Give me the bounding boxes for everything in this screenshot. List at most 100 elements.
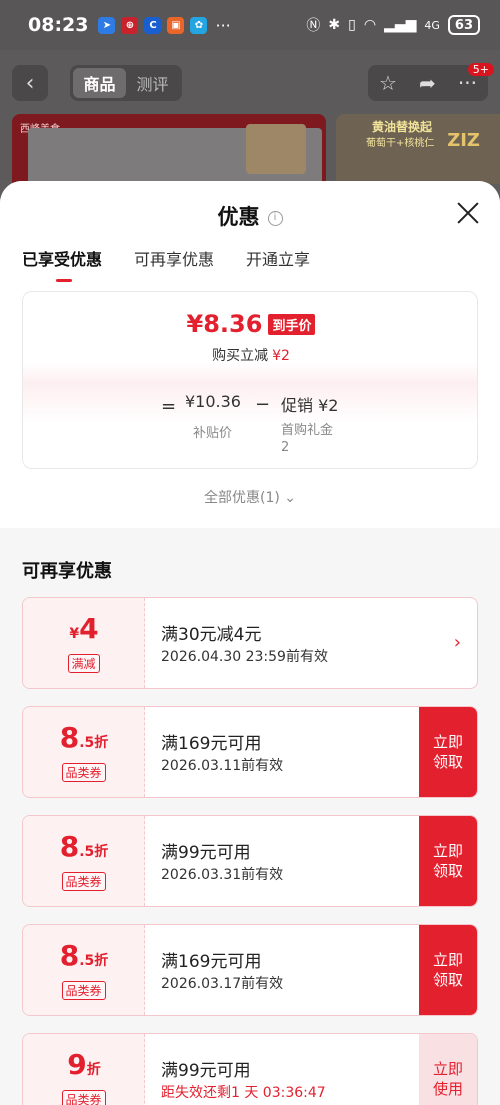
package-image	[246, 124, 306, 174]
share-icon[interactable]: ➦	[419, 71, 436, 95]
vibrate-icon: ▯	[348, 17, 356, 33]
reduce-label: 购买立减	[212, 348, 269, 364]
app-notification-icon: ✿	[190, 16, 208, 34]
coupon-value-number: 8	[59, 830, 80, 863]
bluetooth-icon: ✱	[328, 17, 341, 33]
promo-detail-value: 2	[281, 440, 290, 455]
subsidy-label: 补贴价	[193, 426, 233, 441]
coupon-value: ¥4	[23, 612, 145, 645]
battery-level: 63	[447, 15, 480, 35]
claim-coupon-button[interactable]: 立即 领取	[419, 925, 477, 1015]
claim-coupon-button[interactable]: 立即 领取	[419, 707, 477, 797]
nfc-icon: Ⓝ	[306, 18, 321, 34]
coupon-condition: 满99元可用	[161, 1061, 251, 1081]
coupon-card[interactable]: 8.5折 品类券 满169元可用 2026.03.11前有效 立即 领取	[22, 706, 478, 798]
back-button[interactable]: ‹	[12, 65, 48, 101]
coupon-type-badge: 品类券	[61, 1090, 106, 1105]
sheet-title-text: 优惠	[217, 205, 260, 229]
coupon-card[interactable]: ¥4 满减 满30元减4元 2026.04.30 23:59前有效 ›	[22, 597, 478, 689]
app-notification-icon: C	[144, 16, 162, 34]
currency-symbol: ¥	[69, 626, 80, 642]
discount-sheet: 优惠 i 已享受优惠 可再享优惠 开通立享 ¥8.36 到手价 购买立减 ¥2 = …	[0, 181, 500, 1105]
coupon-value: 8.5折	[23, 939, 145, 972]
coupon-type-badge: 满减	[67, 654, 100, 673]
sheet-title: 优惠 i	[0, 201, 500, 231]
product-banner: 西峰美食	[12, 114, 326, 184]
coupon-value-unit: .5折	[79, 844, 109, 860]
wifi-icon: ◠	[363, 17, 377, 33]
tab-review[interactable]: 测评	[126, 68, 179, 98]
chevron-right-icon[interactable]: ›	[454, 632, 461, 653]
info-icon[interactable]: i	[267, 210, 283, 226]
coupon-value: 9折	[23, 1048, 145, 1081]
coupon-card[interactable]: 8.5折 品类券 满169元可用 2026.03.17前有效 立即 领取	[22, 924, 478, 1016]
final-price-row: ¥8.36 到手价	[23, 310, 477, 338]
more-notifications-icon: ···	[215, 15, 231, 35]
coupon-type-badge: 品类券	[61, 981, 106, 1000]
star-icon[interactable]: ☆	[379, 71, 397, 95]
price-calculation: = ¥10.36 补贴价 − 促销 ¥2 首购礼金 2	[23, 392, 477, 455]
all-discounts-toggle[interactable]: 全部优惠(1) ⌄	[0, 487, 500, 507]
coupon-validity: 2026.03.31前有效	[161, 867, 284, 883]
coupon-value-unit: .5折	[79, 953, 109, 969]
coupon-condition: 满99元可用	[161, 843, 251, 863]
coupon-validity: 2026.04.30 23:59前有效	[161, 649, 328, 665]
coupon-type-badge: 品类券	[61, 872, 106, 891]
app-notification-icon: ➤	[98, 16, 116, 34]
coupon-validity: 2026.03.17前有效	[161, 976, 284, 992]
chevron-down-icon: ⌄	[284, 490, 297, 506]
page-tabs: 商品 测评	[70, 65, 182, 101]
promo-title: 黄油替换起	[372, 120, 433, 134]
use-coupon-button[interactable]: 立即 使用	[419, 1034, 477, 1105]
claim-coupon-button[interactable]: 立即 领取	[419, 816, 477, 906]
coupon-value-unit: 折	[86, 1062, 101, 1078]
cell-signal-icon: ▂▄▆	[384, 17, 417, 33]
final-price: ¥8.36	[186, 310, 263, 338]
coupon-value-panel: ¥4 满减	[23, 598, 145, 688]
tab-product[interactable]: 商品	[73, 68, 126, 98]
coupon-validity: 2026.03.11前有效	[161, 758, 284, 774]
app-notification-icon: ▣	[167, 16, 185, 34]
coupon-value: 8.5折	[23, 830, 145, 863]
tab-subscribe[interactable]: 开通立享	[246, 246, 310, 284]
price-card: ¥8.36 到手价 购买立减 ¥2 = ¥10.36 补贴价 − 促销 ¥2 首购…	[22, 291, 478, 469]
promo-detail: 首购礼金 2	[281, 422, 333, 456]
status-bar: 08:23 ➤ ⊕ C ▣ ✿ ··· Ⓝ ✱ ▯ ◠ ▂▄▆ 4G 63	[0, 0, 500, 50]
coupon-value-number: 8	[59, 721, 80, 754]
coupon-card[interactable]: 8.5折 品类券 满99元可用 2026.03.31前有效 立即 领取	[22, 815, 478, 907]
coupon-type-badge: 品类券	[61, 763, 106, 782]
promo-subtitle: 葡萄干+核桃仁	[366, 138, 435, 149]
discount-tabs: 已享受优惠 可再享优惠 开通立享	[22, 246, 310, 284]
coupon-value-number: 9	[67, 1048, 87, 1081]
coupon-validity: 距失效还剩1 天 03:36:47	[161, 1085, 326, 1101]
subsidy-price: ¥10.36	[185, 392, 241, 411]
coupon-value-unit: .5折	[79, 735, 109, 751]
reduce-value: ¥2	[272, 348, 290, 364]
coupon-value-panel: 8.5折品类券	[23, 707, 145, 797]
minus-sign: −	[255, 394, 271, 415]
tab-enjoyed[interactable]: 已享受优惠	[22, 246, 102, 284]
coupon-card[interactable]: 9折 品类券 满99元可用 距失效还剩1 天 03:36:47 立即 使用	[22, 1033, 478, 1105]
coupon-value-panel: 9折品类券	[23, 1034, 145, 1105]
promo-banner: 黄油替换起 葡萄干+核桃仁 ZIZ	[336, 114, 500, 184]
coupon-condition: 满169元可用	[161, 734, 262, 754]
reduce-row: 购买立减 ¥2	[23, 345, 477, 365]
promo-detail-label: 首购礼金	[281, 423, 334, 438]
coupon-value-panel: 8.5折品类券	[23, 925, 145, 1015]
page-header: ‹ 商品 测评 ☆ ➦ ··· 5+ 西峰美食 黄油替换起 葡萄干+核桃仁 ZI…	[0, 50, 500, 184]
notification-badge: 5+	[467, 63, 494, 76]
equals-sign: =	[161, 396, 177, 417]
coupon-condition: 满30元减4元	[161, 625, 262, 645]
close-icon[interactable]	[456, 201, 480, 225]
app-notification-icon: ⊕	[121, 16, 139, 34]
coupon-value-panel: 8.5折品类券	[23, 816, 145, 906]
clock: 08:23	[28, 14, 89, 36]
final-price-tag: 到手价	[268, 313, 316, 335]
promo-amount: 促销 ¥2	[281, 396, 339, 415]
coupon-value-number: 4	[79, 612, 99, 645]
network-type: 4G	[424, 18, 440, 32]
section-title: 可再享优惠	[22, 561, 112, 582]
coupon-value: 8.5折	[23, 721, 145, 754]
all-discounts-label: 全部优惠(1)	[203, 490, 280, 506]
tab-more-available[interactable]: 可再享优惠	[134, 246, 214, 284]
